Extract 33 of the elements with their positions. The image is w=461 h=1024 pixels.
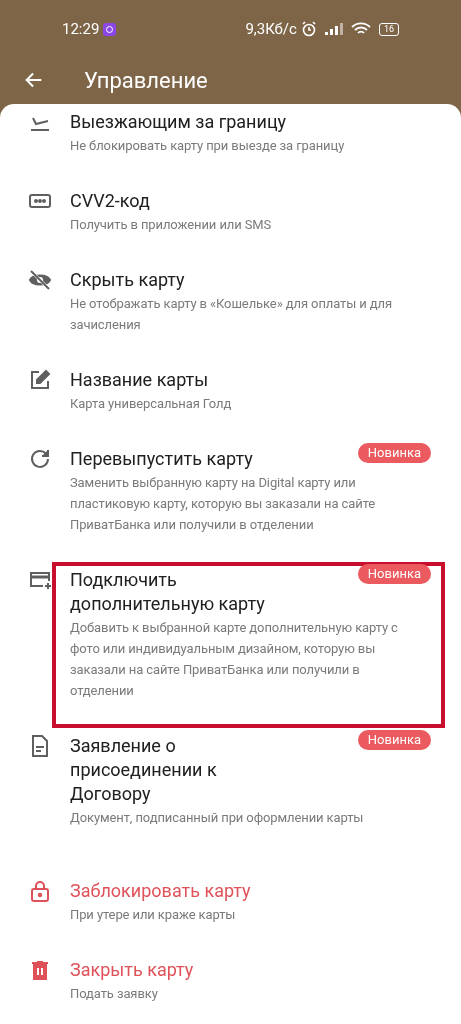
status-time: 12:29 (62, 18, 100, 40)
refresh-icon (28, 447, 52, 471)
item-description: Получить в приложении или SMS (70, 216, 273, 234)
new-badge: Новинка (357, 443, 431, 463)
alarm-icon (300, 21, 317, 37)
item-description: При утере или краже карты (70, 906, 237, 924)
item-title[interactable]: Заблокировать карту (70, 879, 415, 903)
new-badge: Новинка (357, 564, 431, 584)
item-description: Заменить выбранную карту на Digital карту или пластиковую карту, которую вы заказали на сайте ПриватБанка или получили в отделении (70, 474, 377, 534)
signal-icon (324, 23, 343, 35)
item-description: Подать заявку (70, 985, 159, 1003)
item-title[interactable]: Подключить дополнительную карту (70, 568, 285, 616)
network-speed: 9,3Кб/с (245, 18, 297, 40)
item-title[interactable]: Перевыпустить карту (70, 447, 285, 471)
app-notification-icon (103, 22, 117, 36)
item-title[interactable]: Скрыть карту (70, 268, 415, 292)
new-badge: Новинка (357, 730, 431, 750)
item-title[interactable]: Название карты (70, 368, 415, 392)
item-description: Не блокировать карту при выезде за границу (70, 137, 346, 155)
eye-off-icon (28, 268, 52, 292)
item-title[interactable]: Заявление о присоединении к Договору (70, 734, 285, 806)
item-description: Документ, подписанный при оформлении карты (70, 809, 365, 827)
item-description: Карта универсальная Голд (70, 395, 233, 413)
lock-icon (28, 879, 52, 903)
item-title[interactable]: Выезжающим за границу (70, 110, 415, 134)
item-description: Не отображать карту в «Кошельке» для оплаты и для зачисления (70, 295, 394, 334)
wifi-icon (350, 22, 371, 36)
screen-title: Управление (84, 66, 208, 95)
item-title[interactable]: CVV2-код (70, 189, 415, 213)
item-title[interactable]: Закрыть карту (70, 958, 415, 982)
battery-indicator: 16 (378, 22, 399, 36)
item-description: Добавить к выбранной карте дополнительную карту с фото или индивидуальным дизайном, которую вы заказали на сайте ПриватБанка или получили в отделении (70, 619, 399, 700)
edit-icon (28, 368, 52, 392)
